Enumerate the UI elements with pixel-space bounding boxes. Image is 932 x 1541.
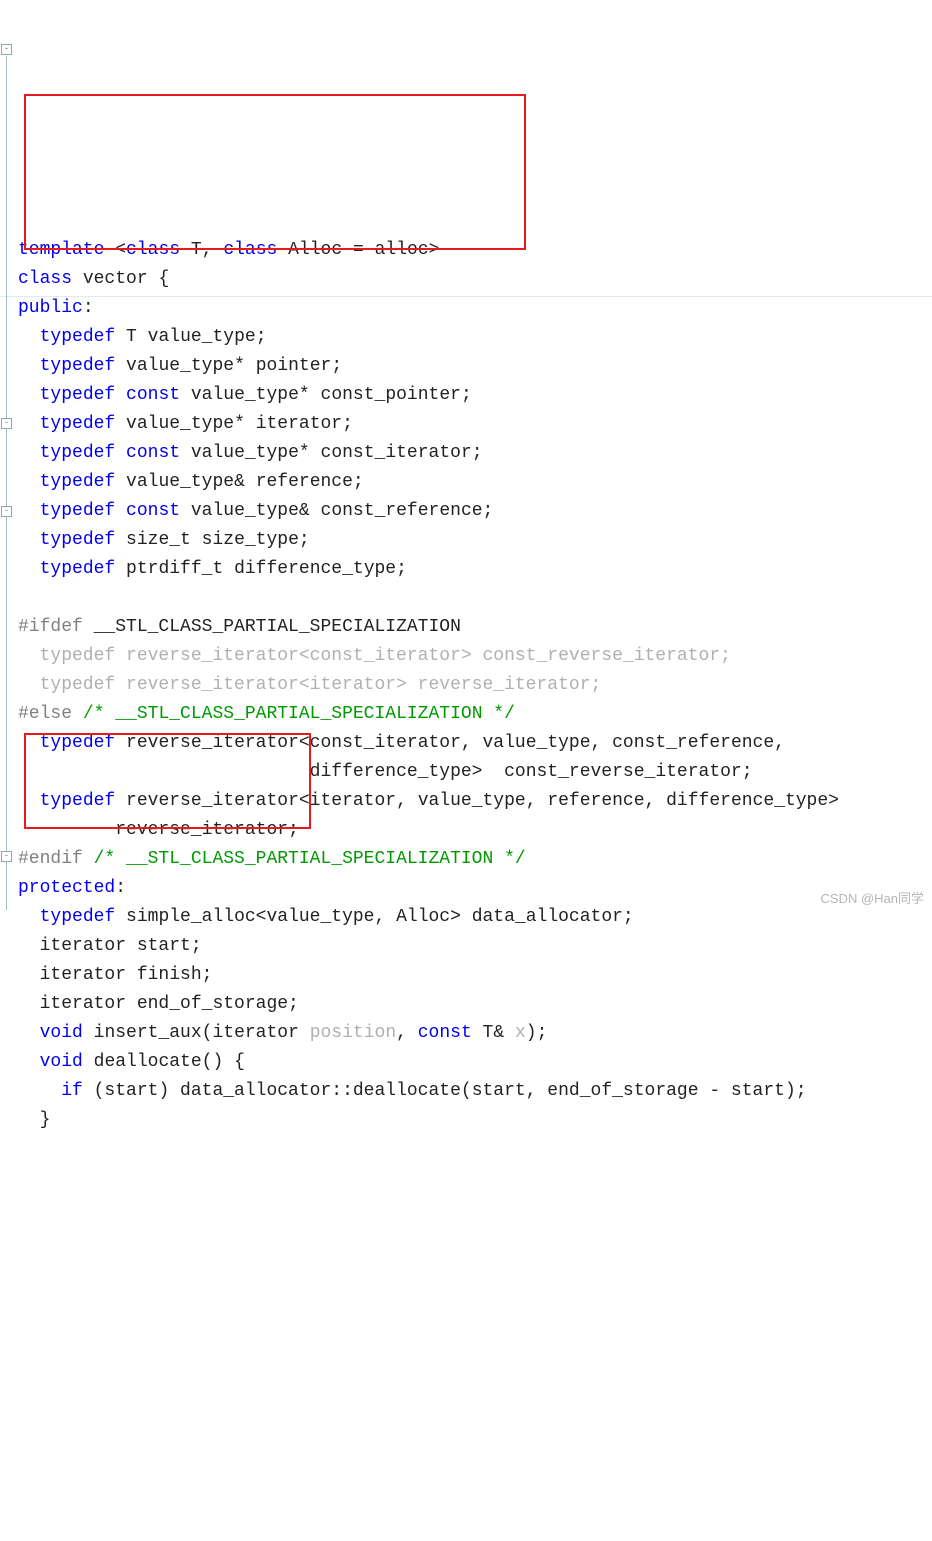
type-T: T&	[472, 1023, 515, 1043]
kw-const: const	[126, 385, 180, 405]
id-type: value_type*	[126, 414, 245, 434]
kw-typedef: typedef	[40, 414, 116, 434]
paren: (iterator	[202, 1023, 310, 1043]
code-text: reverse_iterator;	[115, 820, 299, 840]
kw-void: void	[40, 1052, 83, 1072]
code-text: iterator finish;	[40, 965, 213, 985]
id-type: value_type*	[191, 385, 310, 405]
semicolon: ;	[461, 385, 472, 405]
kw-typedef: typedef	[40, 559, 116, 579]
kw-typedef: typedef	[40, 472, 116, 492]
kw-void: void	[40, 1023, 83, 1043]
semicolon: ;	[353, 472, 364, 492]
code-text: simple_alloc<value_type, Alloc> data_all…	[126, 907, 634, 927]
code-text: reverse_iterator<const_iterator, value_t…	[126, 733, 796, 753]
code-text: iterator end_of_storage;	[40, 994, 299, 1014]
param-x: x	[515, 1023, 526, 1043]
id-type: value_type&	[126, 472, 245, 492]
comment: /* __STL_CLASS_PARTIAL_SPECIALIZATION */	[83, 704, 515, 724]
kw-class: class	[126, 240, 180, 260]
semicolon: ;	[472, 443, 483, 463]
angle-open: <	[115, 240, 126, 260]
comma: ,	[396, 1023, 418, 1043]
id-alloc: alloc	[375, 240, 429, 260]
angle-close: >	[429, 240, 440, 260]
fold-guide	[6, 56, 7, 910]
colon: :	[115, 878, 126, 898]
semicolon: ;	[483, 501, 494, 521]
kw-typedef: typedef	[40, 791, 116, 811]
eq: =	[353, 240, 364, 260]
preproc-ifdef: #ifdef	[18, 617, 83, 637]
semicolon: ;	[299, 530, 310, 550]
semicolon: ;	[256, 327, 267, 347]
id-type: value_type*	[191, 443, 310, 463]
kw-if: if	[61, 1081, 83, 1101]
id-iterator: iterator	[256, 414, 342, 434]
kw-template: template	[18, 240, 104, 260]
kw-public: public	[18, 298, 83, 318]
watermark: CSDN @Han同学	[821, 884, 925, 913]
kw-typedef: typedef	[40, 501, 116, 521]
brace-open: {	[158, 269, 169, 289]
paren-brace: () {	[202, 1052, 245, 1072]
id-const_pointer: const_pointer	[321, 385, 461, 405]
code-text: iterator start;	[40, 936, 202, 956]
id-const_iterator: const_iterator	[321, 443, 472, 463]
fold-gutter: - - - -	[0, 4, 14, 904]
id-size_type: size_type	[202, 530, 299, 550]
type-Alloc: Alloc	[288, 240, 342, 260]
kw-typedef: typedef	[40, 356, 116, 376]
fold-toggle-icon[interactable]: -	[1, 506, 12, 517]
comment: /* __STL_CLASS_PARTIAL_SPECIALIZATION */	[94, 849, 526, 869]
id-vector: vector	[83, 269, 148, 289]
fn-insert_aux: insert_aux	[94, 1023, 202, 1043]
kw-typedef: typedef	[40, 530, 116, 550]
id-size_t: size_t	[126, 530, 191, 550]
preproc-endif: #endif	[18, 849, 83, 869]
semicolon: ;	[331, 356, 342, 376]
kw-const: const	[126, 443, 180, 463]
kw-class: class	[223, 240, 277, 260]
semicolon: ;	[342, 414, 353, 434]
kw-typedef: typedef	[40, 443, 116, 463]
kw-const: const	[418, 1023, 472, 1043]
id-pointer: pointer	[256, 356, 332, 376]
id-type: value_type*	[126, 356, 245, 376]
colon: :	[83, 298, 94, 318]
kw-typedef: typedef	[40, 907, 116, 927]
macro-name: __STL_CLASS_PARTIAL_SPECIALIZATION	[94, 617, 461, 637]
kw-class: class	[18, 269, 72, 289]
param-position: position	[310, 1023, 396, 1043]
kw-protected: protected	[18, 878, 115, 898]
id-difference_type: difference_type	[234, 559, 396, 579]
inactive-code: typedef reverse_iterator<const_iterator>…	[18, 646, 731, 666]
code-text: reverse_iterator<iterator, value_type, r…	[126, 791, 839, 811]
fold-toggle-icon[interactable]: -	[1, 851, 12, 862]
id-const_reference: const_reference	[321, 501, 483, 521]
comma: ,	[202, 240, 213, 260]
code-text: (start) data_allocator::deallocate(start…	[83, 1081, 807, 1101]
id-type: value_type&	[191, 501, 310, 521]
type-T: T	[126, 327, 137, 347]
type-T: T	[191, 240, 202, 260]
semicolon: ;	[396, 559, 407, 579]
code-editor-view[interactable]: template <class T, class Alloc = alloc> …	[0, 203, 932, 1135]
inactive-code: typedef reverse_iterator<iterator> rever…	[18, 675, 601, 695]
fn-deallocate: deallocate	[94, 1052, 202, 1072]
preproc-else: #else	[18, 704, 72, 724]
fold-toggle-icon[interactable]: -	[1, 418, 12, 429]
kw-const: const	[126, 501, 180, 521]
code-text: difference_type> const_reverse_iterator;	[310, 762, 753, 782]
brace-close: }	[40, 1110, 51, 1130]
kw-typedef: typedef	[40, 385, 116, 405]
paren-end: );	[526, 1023, 548, 1043]
kw-typedef: typedef	[40, 733, 116, 753]
kw-typedef: typedef	[40, 327, 116, 347]
id-value_type: value_type	[148, 327, 256, 347]
id-ptrdiff_t: ptrdiff_t	[126, 559, 223, 579]
id-reference: reference	[256, 472, 353, 492]
fold-toggle-icon[interactable]: -	[1, 44, 12, 55]
